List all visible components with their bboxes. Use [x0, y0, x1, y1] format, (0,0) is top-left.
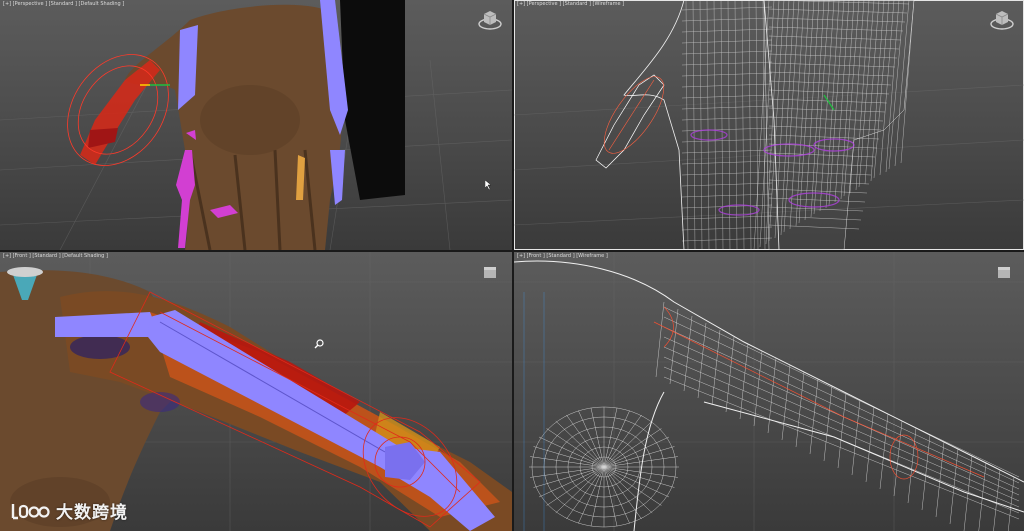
arm-shaded-scene — [0, 252, 512, 531]
watermark: 大数跨境 — [10, 498, 128, 523]
viewport-label[interactable]: [+] [Perspective ] [Standard ] [Wirefram… — [517, 1, 624, 7]
watermark-logo — [11, 503, 50, 519]
viewcube-icon[interactable] — [990, 8, 1014, 32]
viewport-label[interactable]: [+] [Front ] [Standard ] [Wireframe ] — [517, 253, 608, 259]
hand-shaded-scene — [0, 0, 512, 250]
viewcube-icon[interactable] — [482, 264, 498, 280]
viewport-perspective-shaded[interactable]: [+] [Perspective ] [Standard ] [Default … — [0, 0, 512, 250]
watermark-text: 大数跨境 — [56, 503, 128, 523]
viewport-label[interactable]: [+] [Perspective ] [Standard ] [Default … — [3, 1, 124, 7]
viewport-perspective-wireframe[interactable]: [+] [Perspective ] [Standard ] [Wirefram… — [514, 0, 1024, 250]
hand-wireframe-scene — [514, 0, 1024, 250]
viewcube-icon[interactable] — [996, 264, 1012, 280]
viewport-front-shaded[interactable]: [+] [Front ] [Standard ] [Default Shadin… — [0, 252, 512, 531]
viewport-label[interactable]: [+] [Front ] [Standard ] [Default Shadin… — [3, 253, 108, 259]
zoom-cursor-icon — [314, 339, 324, 349]
mouse-pointer-icon — [485, 180, 492, 190]
arm-wireframe-scene — [514, 252, 1024, 531]
viewcube-icon[interactable] — [478, 8, 502, 32]
viewport-front-wireframe[interactable]: [+] [Front ] [Standard ] [Wireframe ] — [514, 252, 1024, 531]
